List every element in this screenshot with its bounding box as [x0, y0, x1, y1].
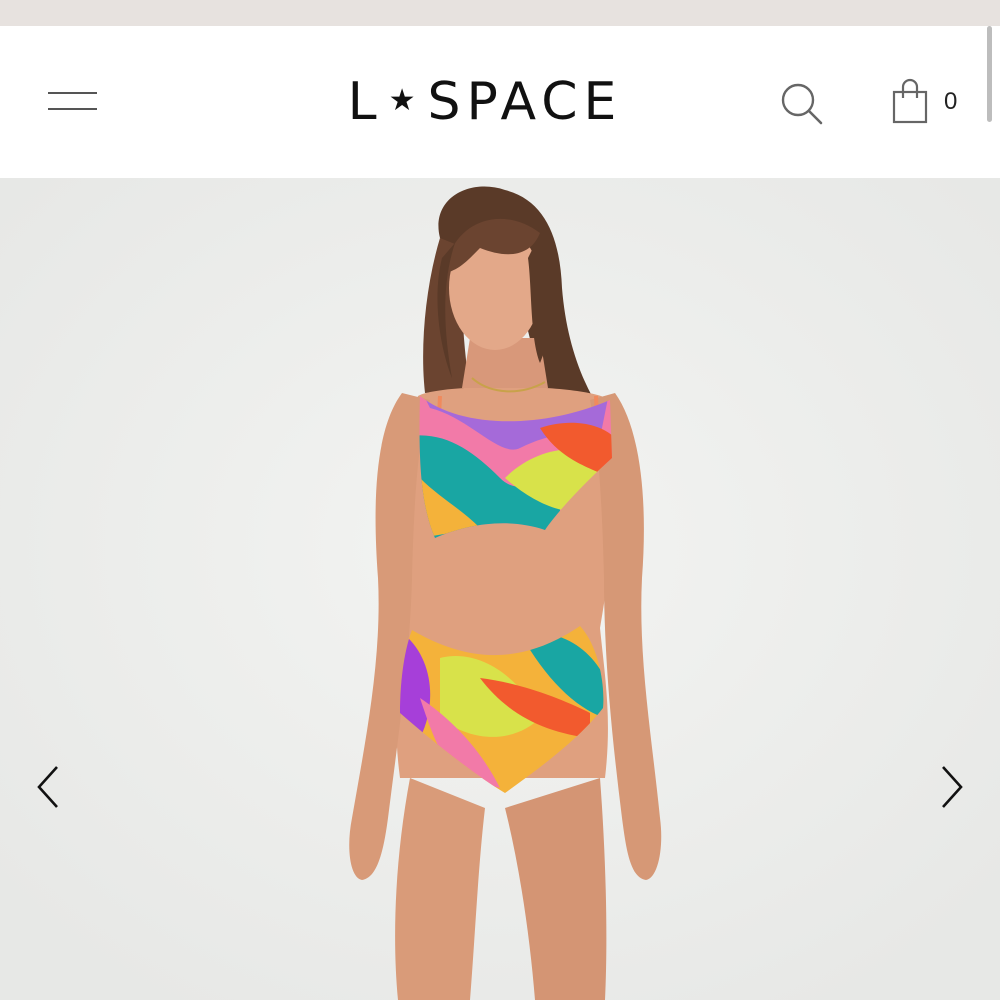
brand-logo-left: L: [347, 72, 383, 132]
search-button[interactable]: [776, 78, 826, 128]
product-image-gallery: [0, 178, 1000, 1000]
chevron-left-icon: [37, 766, 58, 808]
product-image: [0, 178, 1000, 1000]
menu-button[interactable]: [44, 84, 102, 118]
promo-bar: [0, 0, 1000, 26]
shopping-bag-icon: [892, 78, 928, 124]
next-image-button[interactable]: [932, 760, 972, 814]
site-header: L ★ SPACE 0: [0, 26, 1000, 178]
chevron-right-icon: [942, 766, 963, 808]
brand-logo[interactable]: L ★ SPACE: [330, 70, 640, 134]
hamburger-menu-icon: [48, 92, 97, 110]
previous-image-button[interactable]: [28, 760, 68, 814]
scrollbar-thumb[interactable]: [987, 26, 992, 122]
cart-button[interactable]: [888, 76, 934, 126]
brand-star-icon: ★: [388, 82, 422, 118]
cart-count[interactable]: 0: [944, 88, 957, 116]
search-icon: [781, 83, 823, 125]
brand-logo-right: SPACE: [427, 72, 623, 132]
